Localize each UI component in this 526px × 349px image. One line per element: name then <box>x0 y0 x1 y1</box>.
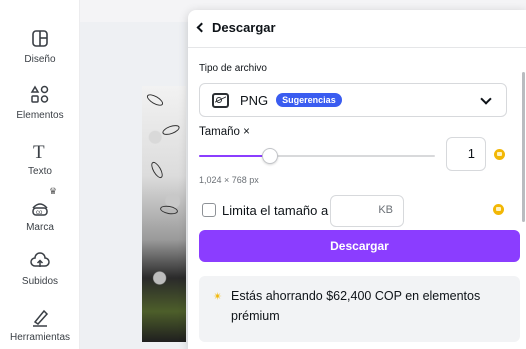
image-icon <box>212 92 229 108</box>
kb-unit: KB <box>378 204 393 216</box>
limit-size-checkbox[interactable] <box>202 203 216 217</box>
file-type-select[interactable]: PNG Sugerencias <box>199 83 507 117</box>
scrollbar-thumb[interactable] <box>522 72 525 222</box>
slider-thumb[interactable] <box>262 148 278 164</box>
shapes-icon <box>29 84 51 106</box>
suggestions-badge: Sugerencias <box>276 93 342 107</box>
kb-input[interactable]: KB <box>330 195 404 227</box>
premium-crown-icon <box>494 149 505 160</box>
dimensions-text: 1,024 × 768 px <box>199 175 259 185</box>
size-slider[interactable] <box>199 148 435 164</box>
brand-icon: co <box>29 196 51 218</box>
sidebar-item-subidos[interactable]: Subidos <box>0 250 80 287</box>
panel-header: Descargar <box>188 10 526 48</box>
chevron-down-icon <box>480 93 492 105</box>
savings-text: Estás ahorrando $62,400 COP en elementos… <box>231 289 481 323</box>
sidebar-item-elementos[interactable]: Elementos <box>0 84 80 121</box>
sidebar-item-label: Herramientas <box>9 332 71 343</box>
file-type-label: Tipo de archivo <box>199 63 267 74</box>
sidebar-item-herramientas[interactable]: Herramientas <box>0 306 80 343</box>
text-icon: T <box>29 140 51 163</box>
design-thumbnail <box>142 86 186 342</box>
chevron-left-icon <box>196 22 207 33</box>
slider-fill <box>199 155 270 157</box>
savings-banner: ✴ Estás ahorrando $62,400 COP en element… <box>199 276 520 342</box>
download-button[interactable]: Descargar <box>199 230 520 262</box>
svg-text:T: T <box>33 142 45 162</box>
layout-icon <box>29 28 51 50</box>
premium-crown-icon <box>493 204 504 215</box>
sidebar-item-label: Texto <box>28 166 52 177</box>
file-type-value: PNG <box>240 92 269 108</box>
sidebar-item-marca[interactable]: ♛ co Marca <box>0 186 80 233</box>
sidebar-item-label: Diseño <box>24 54 56 65</box>
size-label: Tamaño × <box>199 126 250 138</box>
upload-cloud-icon <box>29 250 51 272</box>
panel-title: Descargar <box>212 20 276 35</box>
limit-size-label: Limita el tamaño a <box>222 203 329 218</box>
sparkle-icon: ✴ <box>213 291 223 303</box>
sidebar-item-label: Marca <box>26 222 54 233</box>
sidebar-item-texto[interactable]: T Texto <box>0 140 80 177</box>
pen-icon <box>29 306 51 328</box>
left-sidebar: Diseño Elementos T Texto ♛ co Marca Subi… <box>0 0 80 349</box>
sidebar-item-label: Subidos <box>21 276 59 287</box>
download-panel: Descargar Tipo de archivo PNG Sugerencia… <box>188 10 526 349</box>
sidebar-item-diseno[interactable]: Diseño <box>0 28 80 65</box>
back-button[interactable]: Descargar <box>196 20 276 35</box>
sidebar-item-label: Elementos <box>16 110 64 121</box>
panel-scrollbar[interactable] <box>521 60 526 230</box>
svg-text:co: co <box>36 210 43 216</box>
design-canvas[interactable] <box>80 22 190 349</box>
size-input[interactable]: 1 <box>446 137 486 171</box>
